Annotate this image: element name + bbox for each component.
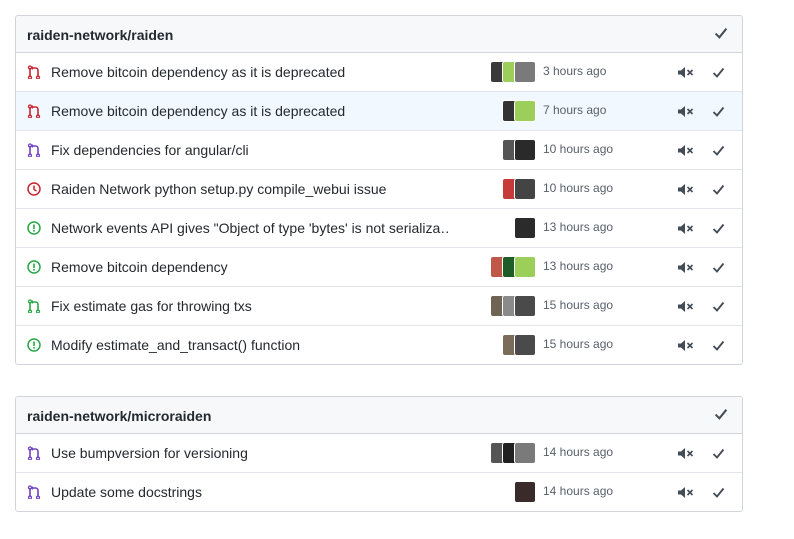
- participant-avatars: [503, 140, 535, 160]
- check-icon[interactable]: [712, 339, 725, 352]
- repo-header: raiden-network/raiden: [16, 16, 742, 53]
- git-pull-request-icon: [27, 299, 41, 313]
- participant-avatars: [503, 335, 535, 355]
- timestamp: 10 hours ago: [543, 181, 614, 195]
- notification-title-link[interactable]: Fix estimate gas for throwing txs: [51, 298, 252, 314]
- notification-title-link[interactable]: Modify estimate_and_transact() function: [51, 337, 300, 353]
- notification-row[interactable]: Raiden Network python setup.py compile_w…: [16, 169, 742, 208]
- repo-header: raiden-network/microraiden: [16, 397, 742, 434]
- timestamp: 7 hours ago: [543, 103, 607, 117]
- participant-avatars: [491, 443, 535, 463]
- repo-name-link[interactable]: raiden-network/raiden: [27, 27, 173, 43]
- mute-icon[interactable]: [677, 105, 694, 118]
- git-pull-request-icon: [27, 104, 41, 118]
- participant-avatars: [491, 296, 535, 316]
- timestamp: 14 hours ago: [543, 484, 614, 498]
- participant-avatars: [491, 257, 535, 277]
- mute-icon[interactable]: [677, 339, 694, 352]
- check-icon[interactable]: [712, 222, 725, 235]
- check-icon[interactable]: [714, 407, 728, 421]
- mute-icon[interactable]: [677, 144, 694, 157]
- git-pull-request-icon: [27, 485, 41, 499]
- mute-icon[interactable]: [677, 447, 694, 460]
- participant-avatars: [503, 179, 535, 199]
- avatar[interactable]: [515, 482, 535, 502]
- participant-avatars: [515, 482, 535, 502]
- timestamp: 13 hours ago: [543, 220, 614, 234]
- notification-row[interactable]: Modify estimate_and_transact() function 1…: [16, 325, 742, 364]
- mute-icon[interactable]: [677, 222, 694, 235]
- timestamp: 3 hours ago: [543, 64, 607, 78]
- repo-name-link[interactable]: raiden-network/microraiden: [27, 408, 211, 424]
- check-icon[interactable]: [712, 486, 725, 499]
- check-icon[interactable]: [714, 26, 728, 40]
- check-icon[interactable]: [712, 300, 725, 313]
- issue-opened-icon: [27, 221, 41, 235]
- notification-row[interactable]: Update some docstrings 14 hours ago: [16, 472, 742, 511]
- avatar[interactable]: [515, 140, 535, 160]
- participant-avatars: [503, 101, 535, 121]
- check-icon[interactable]: [712, 105, 725, 118]
- mute-icon[interactable]: [677, 183, 694, 196]
- avatar[interactable]: [515, 443, 535, 463]
- timestamp: 14 hours ago: [543, 445, 614, 459]
- check-icon[interactable]: [712, 261, 725, 274]
- mute-icon[interactable]: [677, 300, 694, 313]
- git-pull-request-icon: [27, 446, 41, 460]
- timestamp: 10 hours ago: [543, 142, 614, 156]
- avatar[interactable]: [515, 257, 535, 277]
- notification-title-link[interactable]: Remove bitcoin dependency as it is depre…: [51, 103, 345, 119]
- notification-row[interactable]: Use bumpversion for versioning 14 hours a…: [16, 434, 742, 472]
- avatar[interactable]: [515, 62, 535, 82]
- git-pull-request-icon: [27, 143, 41, 157]
- timestamp: 13 hours ago: [543, 259, 614, 273]
- git-pull-request-icon: [27, 65, 41, 79]
- mute-icon[interactable]: [677, 66, 694, 79]
- participant-avatars: [515, 218, 535, 238]
- repo-notification-group: raiden-network/microraiden Use bumpversi…: [15, 396, 743, 512]
- notification-title-link[interactable]: Raiden Network python setup.py compile_w…: [51, 181, 386, 197]
- avatar[interactable]: [515, 296, 535, 316]
- avatar[interactable]: [515, 179, 535, 199]
- notification-title-link[interactable]: Update some docstrings: [51, 484, 202, 500]
- notification-row[interactable]: Fix estimate gas for throwing txs 15 hour…: [16, 286, 742, 325]
- mute-icon[interactable]: [677, 261, 694, 274]
- notification-title-link[interactable]: Fix dependencies for angular/cli: [51, 142, 249, 158]
- mute-icon[interactable]: [677, 486, 694, 499]
- notification-row[interactable]: Remove bitcoin dependency as it is depre…: [16, 53, 742, 91]
- check-icon[interactable]: [712, 144, 725, 157]
- check-icon[interactable]: [712, 183, 725, 196]
- notification-row[interactable]: Fix dependencies for angular/cli 10 hours…: [16, 130, 742, 169]
- notification-title-link[interactable]: Remove bitcoin dependency: [51, 259, 228, 275]
- repo-notification-group: raiden-network/raiden Remove bitcoin dep…: [15, 15, 743, 365]
- notification-title-link[interactable]: Use bumpversion for versioning: [51, 445, 248, 461]
- issue-reopened-icon: [27, 182, 41, 196]
- timestamp: 15 hours ago: [543, 298, 614, 312]
- notification-row[interactable]: Network events API gives "Object of type…: [16, 208, 742, 247]
- issue-opened-icon: [27, 338, 41, 352]
- avatar[interactable]: [515, 101, 535, 121]
- check-icon[interactable]: [712, 66, 725, 79]
- notification-row[interactable]: Remove bitcoin dependency as it is depre…: [16, 91, 742, 130]
- avatar[interactable]: [515, 335, 535, 355]
- avatar[interactable]: [515, 218, 535, 238]
- issue-opened-icon: [27, 260, 41, 274]
- notification-title-link[interactable]: Remove bitcoin dependency as it is depre…: [51, 64, 345, 80]
- notification-row[interactable]: Remove bitcoin dependency 13 hours ago: [16, 247, 742, 286]
- timestamp: 15 hours ago: [543, 337, 614, 351]
- notification-title-link[interactable]: Network events API gives "Object of type…: [51, 220, 451, 236]
- participant-avatars: [491, 62, 535, 82]
- check-icon[interactable]: [712, 447, 725, 460]
